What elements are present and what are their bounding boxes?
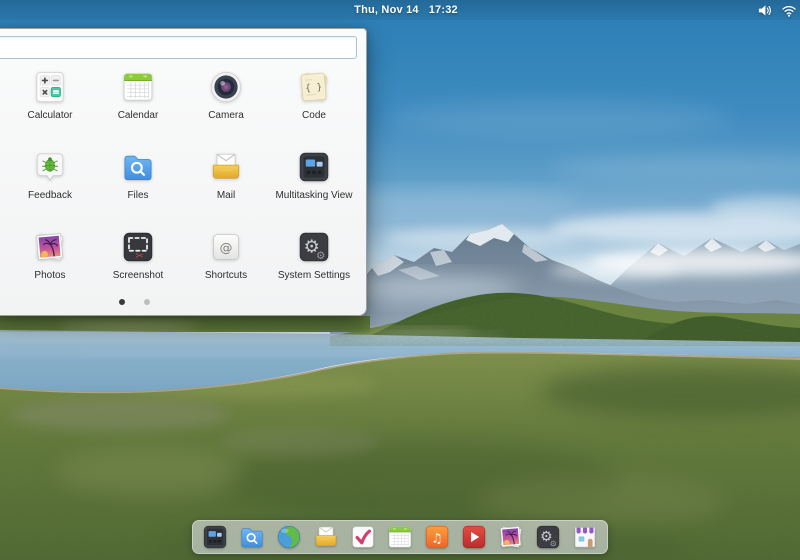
wifi-icon — [781, 3, 797, 18]
panel-indicators — [757, 0, 797, 20]
app-label: Multitasking View — [275, 190, 352, 201]
dock-item-multitasking-view[interactable] — [201, 523, 229, 551]
dock-item-calendar[interactable] — [386, 523, 414, 551]
dock-item-web-browser[interactable] — [275, 523, 303, 551]
calculator-icon — [32, 69, 68, 105]
dock-item-mail[interactable] — [312, 523, 340, 551]
app-label: Feedback — [28, 190, 72, 201]
app-mail[interactable]: Mail — [182, 149, 270, 229]
dock-item-tasks[interactable] — [349, 523, 377, 551]
top-panel: Thu, Nov 14 17:32 — [0, 0, 800, 20]
app-label: Photos — [34, 270, 65, 281]
dock-item-system-settings[interactable] — [534, 523, 562, 551]
system-settings-icon — [296, 229, 332, 265]
music-icon — [423, 523, 451, 551]
app-label: System Settings — [278, 270, 350, 281]
videos-icon — [460, 523, 488, 551]
panel-date: Thu, Nov 14 — [354, 4, 419, 16]
app-code[interactable]: Code — [270, 69, 358, 149]
app-calculator[interactable]: Calculator — [6, 69, 94, 149]
app-photos[interactable]: Photos — [6, 229, 94, 309]
page-indicator — [119, 299, 150, 305]
files-icon — [238, 523, 266, 551]
app-grid: Calculator Calendar Camera Code Feedback… — [0, 69, 382, 309]
web-browser-icon — [275, 523, 303, 551]
app-files[interactable]: Files — [94, 149, 182, 229]
app-calendar[interactable]: Calendar — [94, 69, 182, 149]
calendar-icon — [120, 69, 156, 105]
mail-icon — [312, 523, 340, 551]
app-label: Files — [127, 190, 148, 201]
app-feedback[interactable]: Feedback — [6, 149, 94, 229]
tasks-icon — [349, 523, 377, 551]
app-label: Shortcuts — [205, 270, 247, 281]
app-label: Mail — [217, 190, 235, 201]
feedback-icon — [32, 149, 68, 185]
app-label: Calculator — [27, 110, 72, 121]
app-camera[interactable]: Camera — [182, 69, 270, 149]
multitasking-view-icon — [296, 149, 332, 185]
panel-clock[interactable]: Thu, Nov 14 17:32 — [354, 4, 458, 16]
screenshot-icon — [120, 229, 156, 265]
mail-icon — [208, 149, 244, 185]
app-label: Screenshot — [113, 270, 164, 281]
code-icon — [296, 69, 332, 105]
applications-menu: Calculator Calendar Camera Code Feedback… — [0, 28, 367, 316]
photos-icon — [497, 523, 525, 551]
dock-item-appcenter[interactable] — [571, 523, 599, 551]
search-input[interactable] — [0, 36, 357, 59]
app-screenshot[interactable]: Screenshot — [94, 229, 182, 309]
page-dot-2[interactable] — [144, 299, 150, 305]
app-label: Camera — [208, 110, 244, 121]
dock — [192, 520, 608, 554]
app-system-settings[interactable]: System Settings — [270, 229, 358, 309]
calendar-icon — [386, 523, 414, 551]
page-dot-1[interactable] — [119, 299, 125, 305]
appcenter-icon — [571, 523, 599, 551]
dock-item-music[interactable] — [423, 523, 451, 551]
dock-item-videos[interactable] — [460, 523, 488, 551]
volume-icon — [757, 3, 772, 18]
wifi-indicator[interactable] — [781, 3, 797, 18]
dock-item-files[interactable] — [238, 523, 266, 551]
app-label: Calendar — [118, 110, 159, 121]
panel-time: 17:32 — [429, 4, 458, 16]
app-multitasking-view[interactable]: Multitasking View — [270, 149, 358, 229]
files-icon — [120, 149, 156, 185]
volume-indicator[interactable] — [757, 3, 772, 18]
photos-icon — [32, 229, 68, 265]
desktop: Thu, Nov 14 17:32 Calculat — [0, 0, 800, 560]
dock-item-photos[interactable] — [497, 523, 525, 551]
app-label: Code — [302, 110, 326, 121]
multitasking-view-icon — [201, 523, 229, 551]
system-settings-icon — [534, 523, 562, 551]
shortcuts-icon — [208, 229, 244, 265]
camera-icon — [208, 69, 244, 105]
app-shortcuts[interactable]: Shortcuts — [182, 229, 270, 309]
